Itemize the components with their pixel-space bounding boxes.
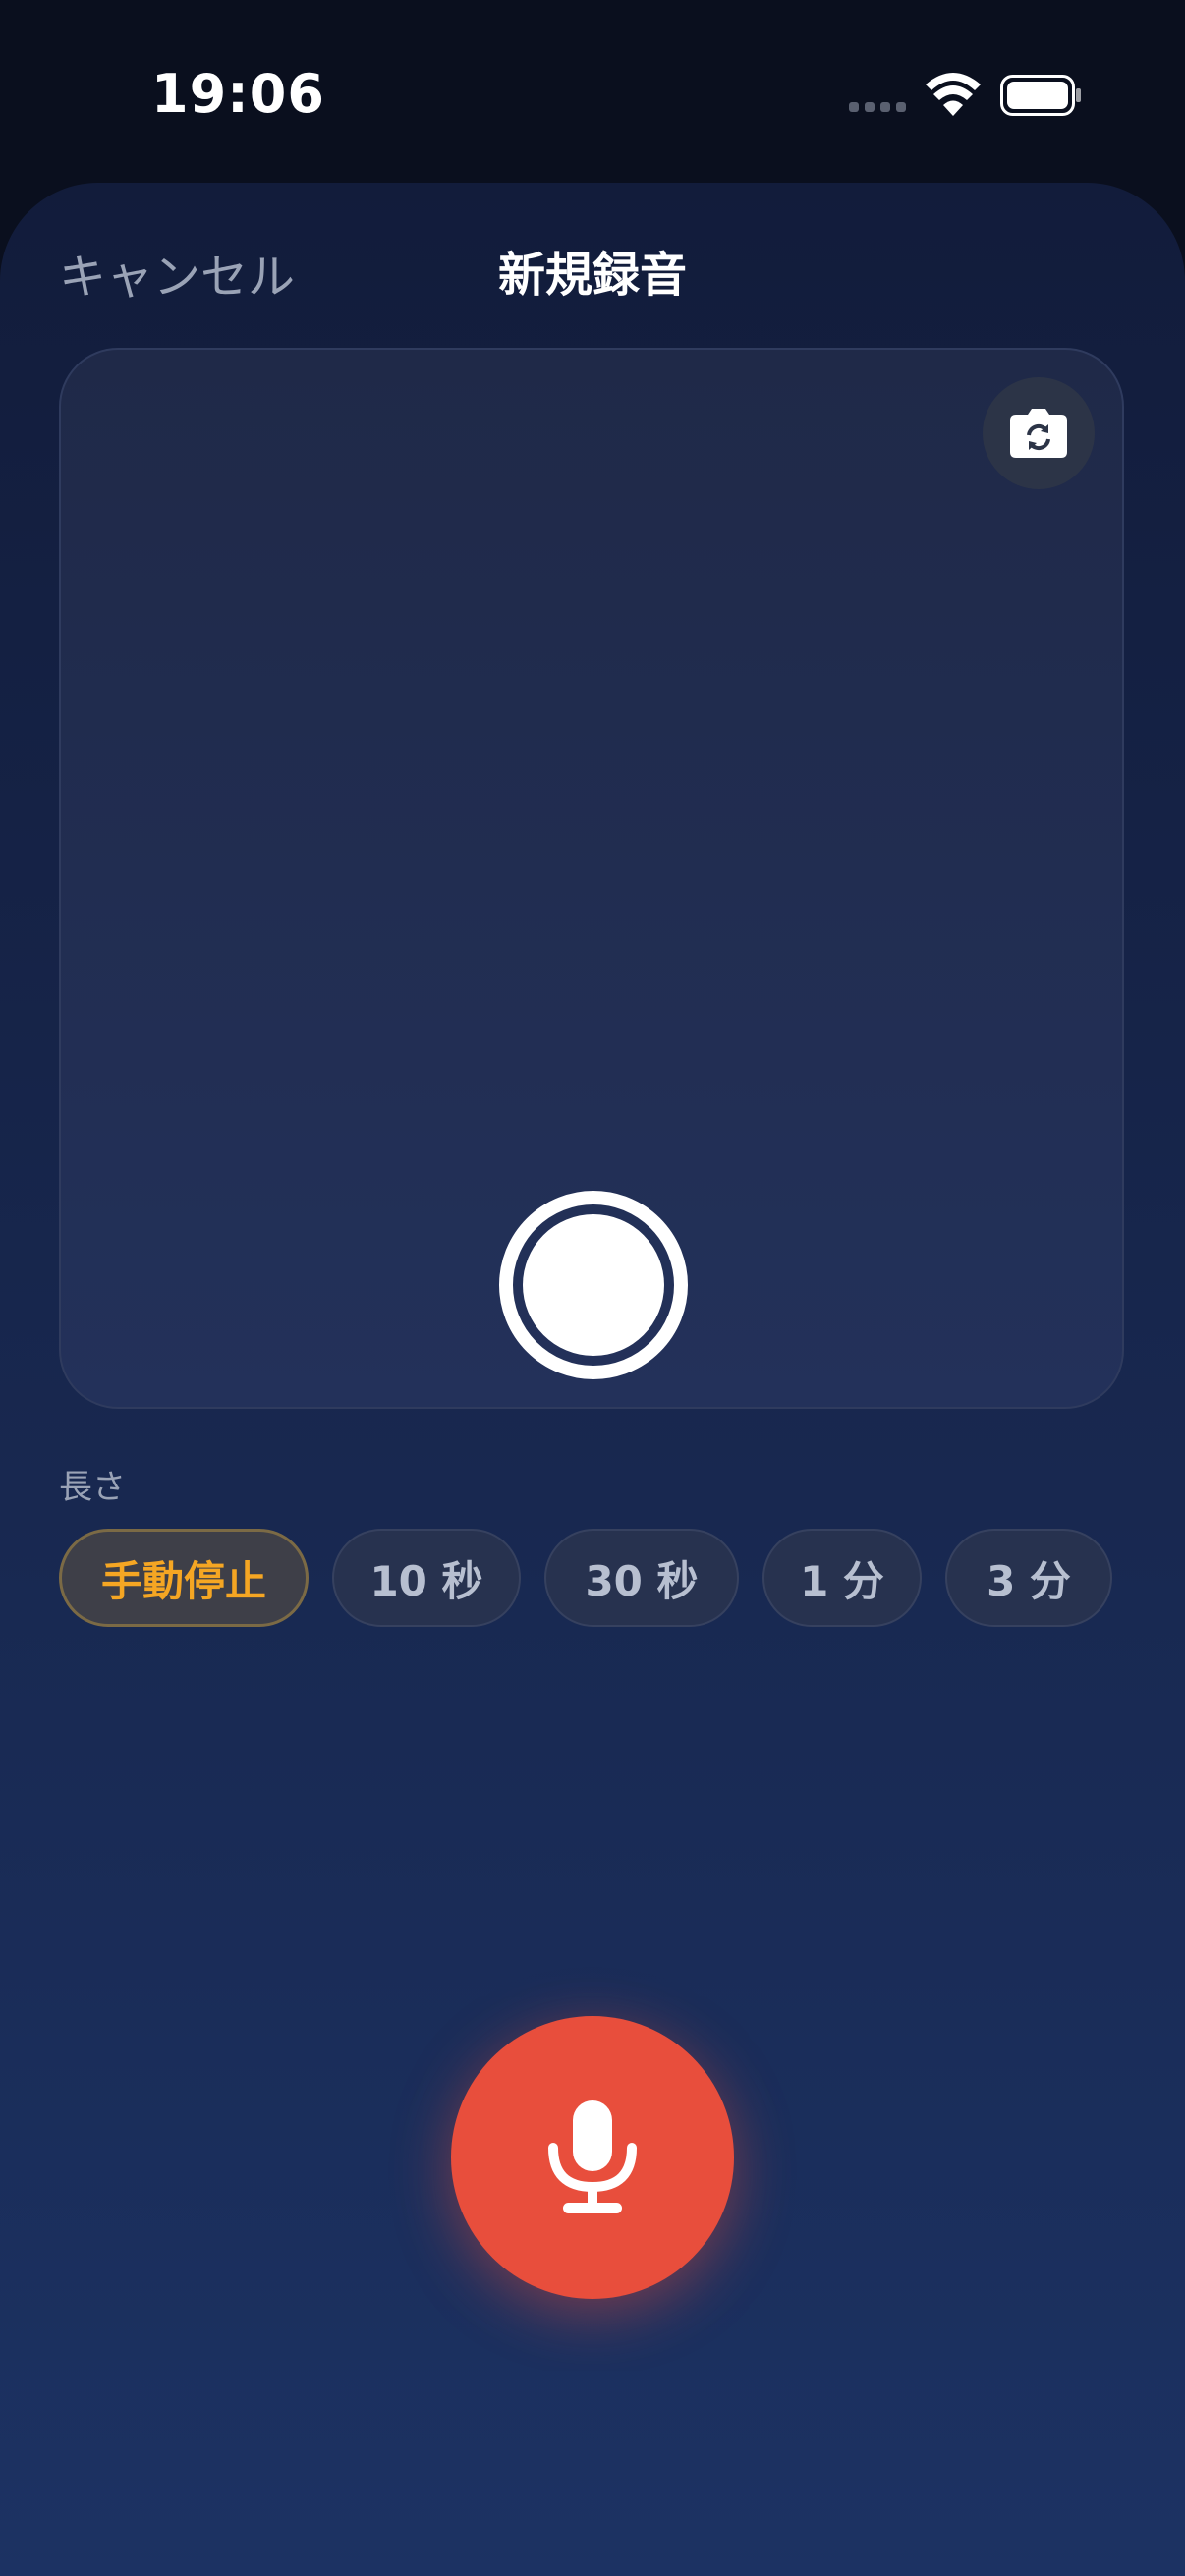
duration-options: 手動停止 10 秒 30 秒 1 分 3 分	[59, 1529, 1112, 1627]
status-bar: 19:06	[0, 0, 1185, 187]
new-recording-sheet: キャンセル 新規録音 長さ 手動停止 10 秒 30 秒 1 分 3 分	[0, 183, 1185, 2576]
shutter-button[interactable]	[499, 1191, 688, 1379]
camera-rotate-icon	[1010, 409, 1067, 458]
wifi-icon	[926, 73, 981, 116]
microphone-icon	[548, 2100, 637, 2213]
record-button[interactable]	[451, 2016, 734, 2299]
camera-preview	[59, 348, 1124, 1409]
duration-label: 長さ	[59, 1468, 126, 1507]
battery-icon	[1000, 75, 1081, 116]
shutter-icon	[523, 1214, 664, 1356]
duration-option-3m[interactable]: 3 分	[945, 1529, 1112, 1627]
duration-option-1m[interactable]: 1 分	[762, 1529, 922, 1627]
duration-option-10s[interactable]: 10 秒	[332, 1529, 521, 1627]
duration-option-30s[interactable]: 30 秒	[544, 1529, 739, 1627]
camera-flip-button[interactable]	[983, 377, 1095, 489]
page-title: 新規録音	[497, 248, 687, 303]
duration-option-manual[interactable]: 手動停止	[59, 1529, 309, 1627]
status-time: 19:06	[151, 63, 325, 125]
cellular-signal-icon	[849, 102, 906, 112]
